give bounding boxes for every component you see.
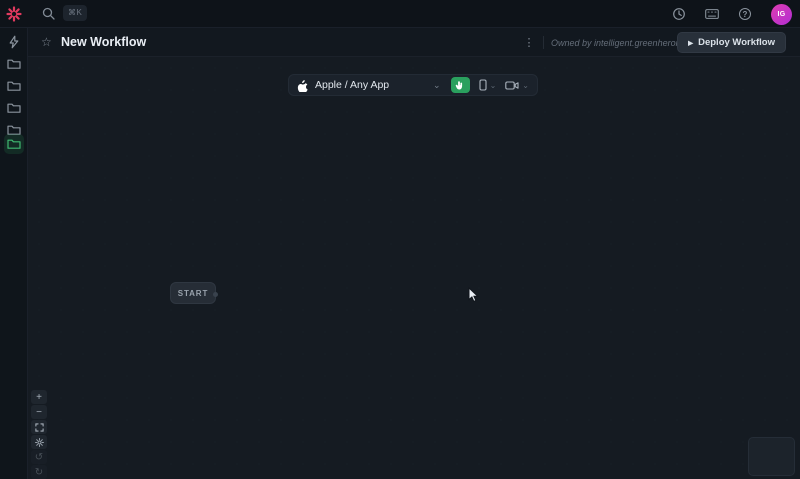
workflow-header: › ☆ New Workflow ⋮ Owned by intelligent.… xyxy=(0,28,800,57)
sidebar-folder-icon-active[interactable] xyxy=(4,134,24,154)
zoom-in-button[interactable]: + xyxy=(31,390,47,404)
camera-icon[interactable] xyxy=(505,81,519,90)
user-avatar[interactable]: IG xyxy=(771,4,792,25)
zap-icon[interactable] xyxy=(4,32,24,52)
app-selector-chevron-icon[interactable]: ⌄ xyxy=(433,80,441,91)
device-icon[interactable] xyxy=(479,79,487,91)
device-chevron-icon[interactable]: ⌄ xyxy=(490,81,497,90)
app-selector-toolbar: Apple / Any App ⌄ ⌄ ⌄ xyxy=(288,74,538,96)
favorite-star-icon[interactable]: ☆ xyxy=(41,34,52,50)
play-icon: ▶ xyxy=(688,39,693,47)
app-selector-label[interactable]: Apple / Any App xyxy=(315,79,389,91)
sidebar-folder-icon-2[interactable] xyxy=(4,76,24,96)
help-icon[interactable]: ? xyxy=(738,7,752,21)
start-node-label: START xyxy=(178,289,209,298)
apple-logo-icon xyxy=(297,79,308,92)
top-bar: ⌘K ? IG xyxy=(0,0,800,28)
search-bar[interactable]: ⌘K xyxy=(42,5,87,21)
search-icon xyxy=(42,7,55,20)
camera-chevron-icon[interactable]: ⌄ xyxy=(522,81,529,90)
sidebar-folder-icon-1[interactable] xyxy=(4,54,24,74)
search-shortcut-badge: ⌘K xyxy=(63,5,87,21)
hand-tool-button[interactable] xyxy=(451,77,470,93)
deploy-workflow-label: Deploy Workflow xyxy=(698,37,775,48)
workflow-title: New Workflow xyxy=(61,35,146,49)
fit-view-button[interactable] xyxy=(31,420,47,434)
workflow-editor-app: ⌘K ? IG xyxy=(0,0,800,479)
keyboard-icon[interactable] xyxy=(705,7,719,21)
node-connection-handle[interactable] xyxy=(213,292,218,297)
redo-button[interactable]: ↻ xyxy=(31,465,47,479)
history-icon[interactable] xyxy=(672,7,686,21)
start-node[interactable]: START xyxy=(170,282,216,304)
topbar-actions: ? IG xyxy=(672,0,792,28)
sidebar-folder-icon-3[interactable] xyxy=(4,98,24,118)
more-options-icon[interactable]: ⋮ xyxy=(522,33,536,51)
app-logo-icon[interactable] xyxy=(6,6,22,22)
workflow-canvas[interactable]: Apple / Any App ⌄ ⌄ ⌄ xyxy=(28,57,800,479)
left-sidebar xyxy=(0,28,28,479)
canvas-controls: + − ↺ ↻ xyxy=(31,390,47,479)
zoom-out-button[interactable]: − xyxy=(31,405,47,419)
minimap[interactable] xyxy=(748,437,795,476)
undo-button[interactable]: ↺ xyxy=(31,450,47,464)
deploy-workflow-button[interactable]: ▶ Deploy Workflow xyxy=(677,32,786,53)
settings-gear-button[interactable] xyxy=(31,435,47,449)
mouse-cursor-icon xyxy=(468,287,480,303)
header-divider xyxy=(543,36,544,49)
